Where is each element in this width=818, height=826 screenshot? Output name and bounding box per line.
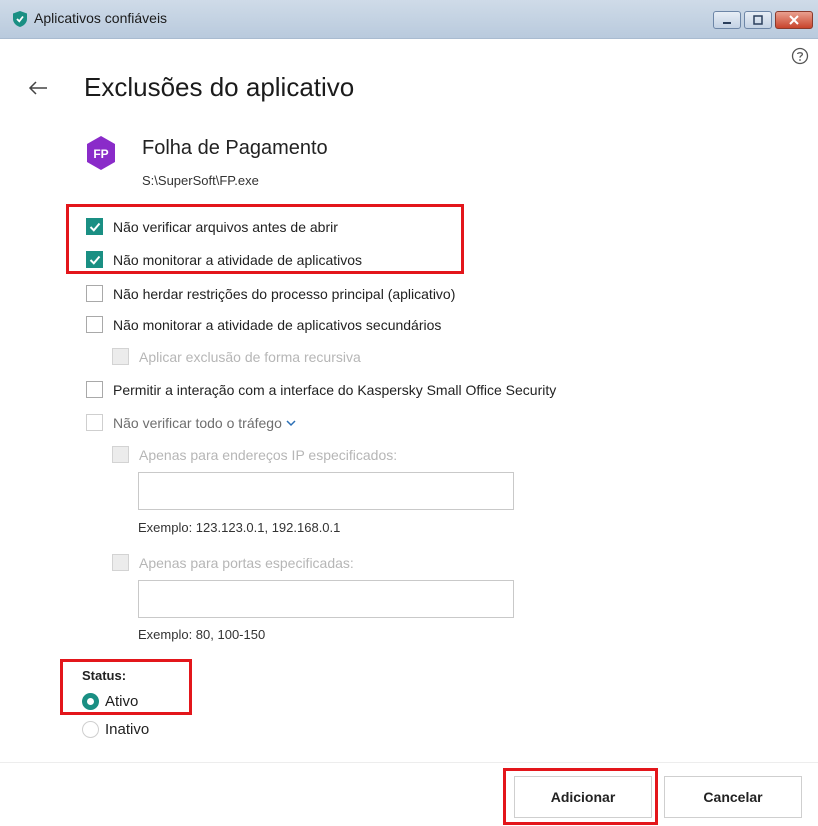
close-button[interactable] [775,11,813,29]
option-no-monitor-child-apps[interactable]: Não monitorar a atividade de aplicativos… [86,316,441,333]
status-option-active[interactable]: Ativo [82,693,138,710]
ip-example-text: Exemplo: 123.123.0.1, 192.168.0.1 [138,520,341,535]
option-label: Apenas para portas especificadas: [139,554,354,571]
add-button[interactable]: Adicionar [514,776,652,818]
page-title: Exclusões do aplicativo [84,72,355,102]
checkbox-checked[interactable] [86,251,103,268]
ports-input[interactable] [138,580,514,618]
title-bar: Aplicativos confiáveis [0,0,818,39]
checkmark-icon [89,255,101,265]
option-label: Aplicar exclusão de forma recursiva [139,348,361,365]
checkbox[interactable] [86,414,103,431]
app-badge-icon: FP [87,136,115,170]
option-label: Não monitorar a atividade de aplicativos [113,251,363,268]
option-label: Não verificar arquivos antes de abrir [113,218,338,235]
radio-unselected[interactable] [82,721,99,738]
app-name: Folha de Pagamento [142,137,328,159]
ip-address-input[interactable] [138,472,514,510]
checkbox[interactable] [86,316,103,333]
back-arrow-icon[interactable] [28,80,48,96]
option-apply-recursive: Aplicar exclusão de forma recursiva [112,348,361,365]
option-label: Permitir a interação com a interface do … [113,381,557,398]
option-label: Apenas para endereços IP especificados: [139,446,398,463]
kaspersky-shield-icon [13,11,27,27]
help-icon[interactable] [791,47,809,65]
cancel-button[interactable]: Cancelar [664,776,802,818]
checkbox-disabled [112,446,129,463]
option-allow-interface-interaction[interactable]: Permitir a interação com a interface do … [86,381,556,398]
option-no-inherit-restrictions[interactable]: Não herdar restrições do processo princi… [86,285,455,302]
option-label: Não herdar restrições do processo princi… [113,285,456,302]
radio-selected[interactable] [82,693,99,710]
option-no-scan-before-open[interactable]: Não verificar arquivos antes de abrir [86,218,338,235]
checkbox[interactable] [86,381,103,398]
status-option-inactive[interactable]: Inativo [82,721,149,738]
app-badge-text: FP [93,147,108,161]
app-path: S:\SuperSoft\FP.exe [142,173,259,188]
checkbox-disabled [112,554,129,571]
maximize-button[interactable] [744,11,772,29]
option-only-ports: Apenas para portas especificadas: [112,554,354,571]
status-label: Status: [82,668,127,683]
footer-divider [0,762,818,763]
chevron-down-icon[interactable] [286,419,296,427]
option-only-ip: Apenas para endereços IP especificados: [112,446,397,463]
option-no-monitor-activity[interactable]: Não monitorar a atividade de aplicativos [86,251,362,268]
window-title: Aplicativos confiáveis [34,10,168,26]
status-option-label: Inativo [105,721,150,738]
close-icon [789,15,799,25]
minimize-icon [723,22,731,24]
option-no-scan-traffic[interactable]: Não verificar todo o tráfego [86,414,296,431]
option-label: Não verificar todo o tráfego [113,414,282,431]
status-option-label: Ativo [105,693,139,710]
checkbox[interactable] [86,285,103,302]
checkbox-disabled [112,348,129,365]
option-label: Não monitorar a atividade de aplicativos… [113,316,442,333]
checkmark-icon [89,222,101,232]
checkbox-checked[interactable] [86,218,103,235]
minimize-button[interactable] [713,11,741,29]
maximize-icon [753,15,763,25]
ports-example-text: Exemplo: 80, 100-150 [138,627,266,642]
